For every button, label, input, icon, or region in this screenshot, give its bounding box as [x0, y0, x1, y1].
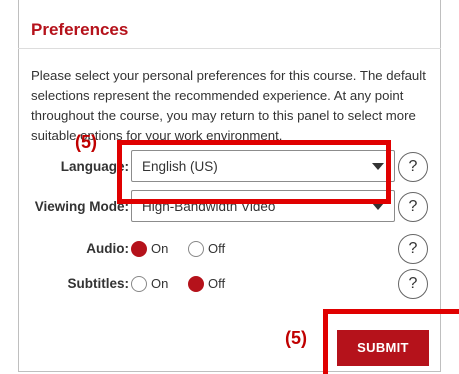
subtitles-off-radio[interactable] — [188, 276, 204, 292]
subtitles-label: Subtitles: — [67, 276, 129, 291]
submit-callout: (5) — [285, 328, 307, 348]
language-callout: (5) — [75, 132, 97, 152]
submit-highlight-box — [323, 309, 459, 374]
audio-on-radio[interactable] — [131, 241, 147, 257]
audio-row: Audio: On Off ? — [18, 232, 441, 268]
audio-help-icon[interactable]: ? — [398, 234, 428, 264]
subtitles-off-label: Off — [208, 276, 226, 291]
chevron-down-icon — [372, 203, 384, 210]
subtitles-on-radio[interactable] — [131, 276, 147, 292]
subtitles-help-icon[interactable]: ? — [398, 269, 428, 299]
audio-off-label: Off — [208, 241, 226, 256]
subtitles-on-label: On — [151, 276, 169, 291]
subtitles-row: Subtitles: On Off ? — [18, 267, 441, 303]
audio-label: Audio: — [86, 241, 129, 256]
viewing-mode-help-icon[interactable]: ? — [398, 192, 428, 222]
title-divider — [18, 48, 441, 49]
panel-title: Preferences — [31, 20, 129, 39]
language-help-icon[interactable]: ? — [398, 152, 428, 182]
audio-off-radio[interactable] — [188, 241, 204, 257]
viewing-mode-label: Viewing Mode: — [34, 199, 129, 214]
audio-on-label: On — [151, 241, 169, 256]
language-highlight-box — [117, 140, 391, 204]
